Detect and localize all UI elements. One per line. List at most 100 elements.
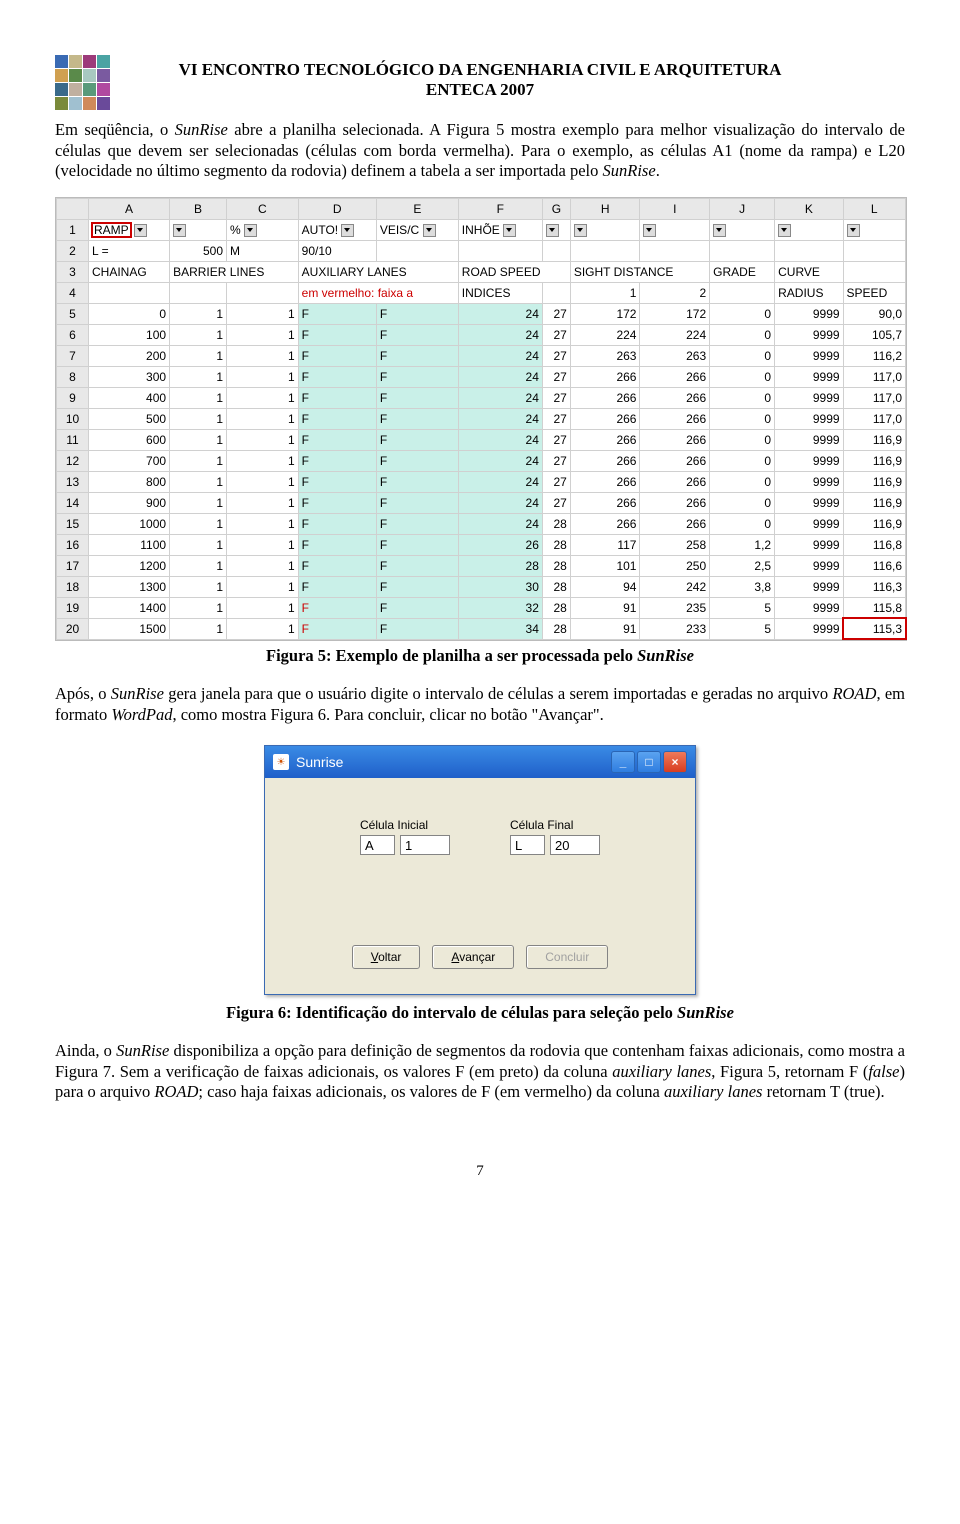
cell[interactable]: 1 — [170, 303, 227, 324]
cell[interactable]: 266 — [640, 429, 710, 450]
cell[interactable] — [570, 240, 640, 261]
voltar-button[interactable]: Voltar — [352, 945, 421, 969]
cell[interactable]: 9999 — [775, 534, 843, 555]
cell[interactable] — [542, 219, 570, 240]
cell[interactable]: 250 — [640, 555, 710, 576]
cell[interactable]: 1 — [570, 282, 640, 303]
cell[interactable]: 27 — [542, 303, 570, 324]
cell[interactable]: 9999 — [775, 513, 843, 534]
cell[interactable]: F — [298, 324, 376, 345]
cell[interactable]: 9999 — [775, 366, 843, 387]
cell[interactable]: 1 — [227, 387, 299, 408]
cell[interactable]: 28 — [542, 513, 570, 534]
row-header[interactable]: 17 — [57, 555, 89, 576]
cell[interactable]: F — [298, 618, 376, 639]
cell[interactable]: 266 — [640, 366, 710, 387]
cell[interactable]: F — [376, 366, 458, 387]
cell[interactable]: 1 — [170, 408, 227, 429]
cell[interactable]: 242 — [640, 576, 710, 597]
cell[interactable]: 9999 — [775, 555, 843, 576]
cell[interactable]: F — [376, 408, 458, 429]
cell[interactable]: 9999 — [775, 450, 843, 471]
cell[interactable]: F — [376, 576, 458, 597]
cell[interactable]: 116,9 — [843, 471, 905, 492]
cell[interactable]: 27 — [542, 324, 570, 345]
cell[interactable]: F — [376, 471, 458, 492]
cell[interactable]: 1 — [227, 597, 299, 618]
cell[interactable] — [542, 282, 570, 303]
cell[interactable]: 1 — [170, 597, 227, 618]
cell[interactable]: 200 — [89, 345, 170, 366]
cell[interactable]: 116,9 — [843, 492, 905, 513]
cell[interactable]: 1 — [170, 429, 227, 450]
cell[interactable]: 90,0 — [843, 303, 905, 324]
cell[interactable] — [170, 219, 227, 240]
cell[interactable]: 1 — [227, 450, 299, 471]
col-header[interactable]: H — [570, 198, 640, 219]
input-row-final[interactable] — [550, 835, 600, 855]
cell[interactable]: 263 — [570, 345, 640, 366]
dropdown-icon[interactable] — [173, 224, 186, 237]
cell[interactable]: CURVE — [775, 261, 843, 282]
cell[interactable]: 1 — [170, 471, 227, 492]
cell[interactable]: 9999 — [775, 408, 843, 429]
cell[interactable]: F — [376, 303, 458, 324]
cell[interactable]: SIGHT DISTANCE — [570, 261, 709, 282]
cell[interactable]: RADIUS — [775, 282, 843, 303]
cell[interactable]: 263 — [640, 345, 710, 366]
cell[interactable]: 9999 — [775, 471, 843, 492]
col-header[interactable]: I — [640, 198, 710, 219]
cell[interactable]: ROAD SPEED — [458, 261, 570, 282]
cell[interactable]: F — [298, 492, 376, 513]
cell[interactable]: 266 — [640, 513, 710, 534]
cell[interactable]: 94 — [570, 576, 640, 597]
cell[interactable]: 500 — [170, 240, 227, 261]
cell[interactable] — [458, 240, 542, 261]
cell[interactable]: 9999 — [775, 492, 843, 513]
cell[interactable]: 91 — [570, 597, 640, 618]
cell[interactable]: 266 — [640, 471, 710, 492]
col-header[interactable]: C — [227, 198, 299, 219]
row-header[interactable]: 10 — [57, 408, 89, 429]
cell[interactable]: 0 — [710, 471, 775, 492]
cell[interactable]: 266 — [570, 492, 640, 513]
cell[interactable]: 1 — [227, 324, 299, 345]
dropdown-icon[interactable] — [847, 224, 860, 237]
cell[interactable]: F — [298, 429, 376, 450]
cell[interactable]: 5 — [710, 597, 775, 618]
row-header[interactable]: 12 — [57, 450, 89, 471]
cell[interactable]: F — [298, 303, 376, 324]
cell[interactable]: F — [298, 471, 376, 492]
col-header[interactable]: B — [170, 198, 227, 219]
cell[interactable]: 266 — [570, 429, 640, 450]
cell[interactable]: 1 — [170, 366, 227, 387]
cell[interactable] — [843, 219, 905, 240]
cell[interactable]: 1100 — [89, 534, 170, 555]
cell[interactable]: 24 — [458, 366, 542, 387]
cell[interactable] — [843, 240, 905, 261]
dropdown-icon[interactable] — [574, 224, 587, 237]
cell[interactable]: 27 — [542, 471, 570, 492]
cell[interactable]: 116,9 — [843, 450, 905, 471]
input-row-inicial[interactable] — [400, 835, 450, 855]
cell[interactable]: 24 — [458, 492, 542, 513]
cell[interactable] — [227, 282, 299, 303]
cell[interactable]: 0 — [710, 429, 775, 450]
cell[interactable]: 28 — [542, 534, 570, 555]
cell[interactable]: F — [376, 492, 458, 513]
cell[interactable]: F — [376, 597, 458, 618]
cell[interactable]: 1 — [170, 345, 227, 366]
cell[interactable]: SPEED — [843, 282, 905, 303]
cell[interactable]: 1000 — [89, 513, 170, 534]
cell[interactable]: F — [298, 408, 376, 429]
cell[interactable]: 1 — [170, 576, 227, 597]
cell[interactable]: 0 — [710, 513, 775, 534]
cell[interactable] — [640, 240, 710, 261]
row-header[interactable]: 13 — [57, 471, 89, 492]
cell[interactable]: INHÕE — [458, 219, 542, 240]
cell[interactable]: 30 — [458, 576, 542, 597]
row-header[interactable]: 8 — [57, 366, 89, 387]
cell[interactable]: 116,9 — [843, 429, 905, 450]
cell[interactable]: 0 — [710, 366, 775, 387]
maximize-icon[interactable]: □ — [637, 751, 661, 773]
